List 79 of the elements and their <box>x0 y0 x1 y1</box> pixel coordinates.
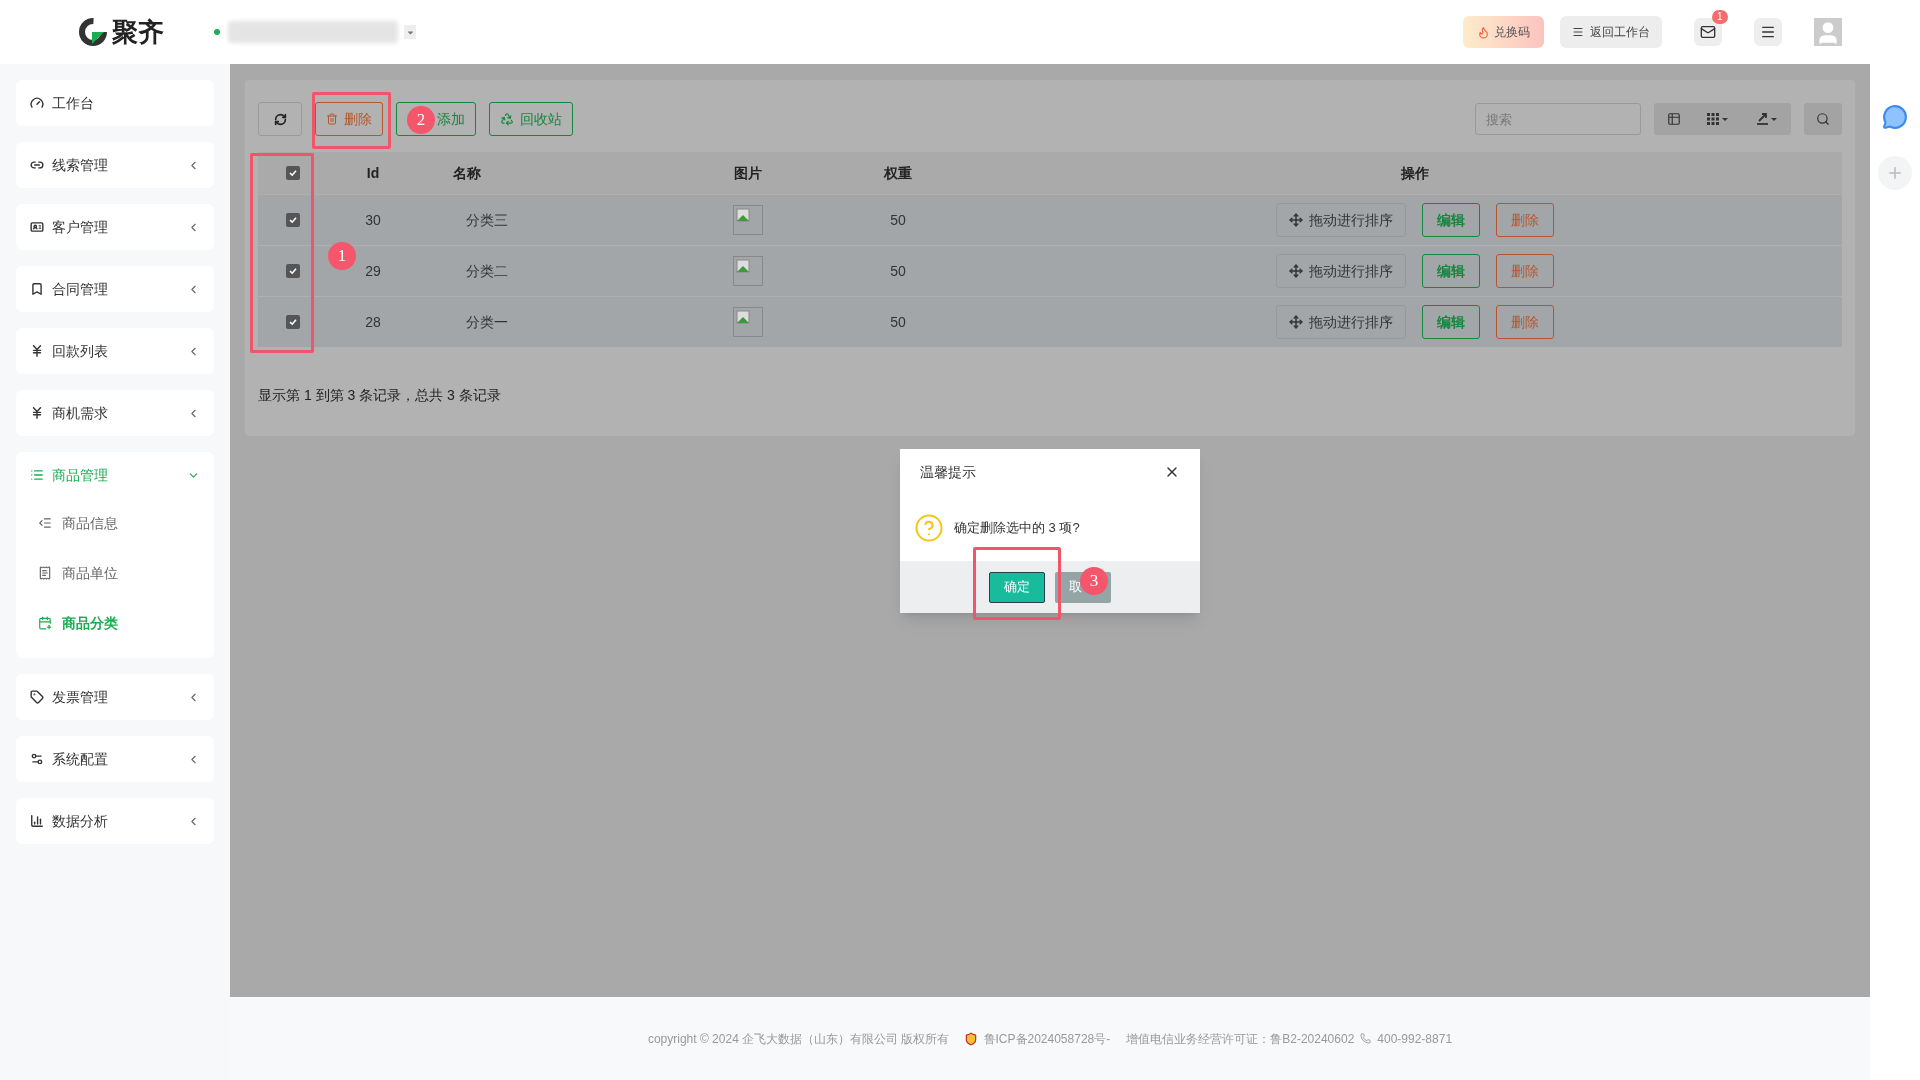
columns-icon[interactable] <box>1707 112 1730 126</box>
column-header: 权重 <box>884 163 912 183</box>
column-header: 名称 <box>453 164 481 181</box>
sort-button[interactable]: 拖动进行排序 <box>1276 305 1406 339</box>
check-icon <box>288 317 298 327</box>
checkbox[interactable] <box>286 315 300 329</box>
pagination-text: 显示第 1 到第 3 条记录，总共 3 条记录 <box>258 386 502 405</box>
menu-item[interactable]: 线索管理 <box>16 142 214 188</box>
check-icon <box>288 215 298 225</box>
menu-item[interactable]: 发票管理 <box>16 674 214 720</box>
table-cell: 分类二 <box>466 262 508 279</box>
phone-text: 400-992-8871 <box>1377 1030 1453 1048</box>
question-icon <box>914 513 944 543</box>
table-cell-text: 28 <box>365 312 381 332</box>
menu-button[interactable] <box>1754 18 1782 46</box>
menu-item[interactable]: 系统配置 <box>16 736 214 782</box>
dropdown-button[interactable] <box>404 25 416 39</box>
image-icon <box>736 208 752 224</box>
flame-icon <box>1477 25 1490 39</box>
menu-item[interactable]: 合同管理 <box>16 266 214 312</box>
column-header: Id <box>366 163 380 183</box>
submenu-icon <box>38 516 52 530</box>
move-icon <box>1289 213 1303 227</box>
export-icon[interactable] <box>1755 112 1778 126</box>
checkbox[interactable] <box>286 264 300 278</box>
trash-icon <box>326 113 338 125</box>
menu-item[interactable]: 数据分析 <box>16 798 214 844</box>
table-view-icon[interactable] <box>1667 112 1682 126</box>
search-button[interactable] <box>1804 103 1842 135</box>
sort-button[interactable]: 拖动进行排序 <box>1276 203 1406 237</box>
menu-item[interactable]: 商品管理 <box>16 452 214 498</box>
recycle-icon <box>500 112 514 126</box>
workbench-button[interactable]: 返回工作台 <box>1560 16 1662 48</box>
dialog-title: 温馨提示 <box>920 462 976 482</box>
submenu-item[interactable]: 商品信息 <box>16 498 214 548</box>
table-cell: 分类三 <box>466 211 508 228</box>
notification-badge: 1 <box>1712 10 1728 24</box>
icp-link[interactable]: 鲁ICP备2024058728号- <box>983 1029 1111 1048</box>
license-text: 增值电信业务经营许可证：鲁B2-20240602 <box>1126 1030 1355 1048</box>
copyright-text: copyright © 2024 企飞大数据（山东）有限公司 版权所有 <box>647 1030 950 1048</box>
dialog-message: 确定删除选中的 3 项? <box>954 519 1080 538</box>
logo-icon <box>78 17 108 47</box>
checkbox[interactable] <box>286 213 300 227</box>
column-header: 操作 <box>1401 163 1429 183</box>
menu-item[interactable]: 工作台 <box>16 80 214 126</box>
table-cell-text: 50 <box>890 210 906 230</box>
logo-text: 聚齐 <box>112 15 164 49</box>
check-icon <box>288 266 298 276</box>
plus-icon <box>1886 164 1904 182</box>
submenu-item[interactable]: 商品单位 <box>16 548 214 598</box>
mail-button[interactable] <box>1694 18 1722 46</box>
table-cell-text: 30 <box>365 210 381 230</box>
search-field[interactable]: 搜索 <box>1475 103 1641 135</box>
check-icon <box>288 168 298 178</box>
sort-button[interactable]: 拖动进行排序 <box>1276 254 1406 288</box>
chat-icon[interactable] <box>1882 104 1908 130</box>
table-cell: 分类一 <box>466 313 508 330</box>
submenu-icon <box>38 616 52 630</box>
column-header: 图片 <box>734 163 762 183</box>
mail-icon <box>1700 24 1716 40</box>
move-icon <box>1289 315 1303 329</box>
emblem-icon <box>963 1031 978 1046</box>
phone-icon <box>1360 1033 1372 1044</box>
menu-item[interactable]: 商机需求 <box>16 390 214 436</box>
table-cell-text: 29 <box>365 261 381 281</box>
table-cell-text: 50 <box>890 312 906 332</box>
search-icon <box>1816 112 1830 126</box>
refresh-icon <box>273 112 287 126</box>
table-cell-text: 50 <box>890 261 906 281</box>
menu-item[interactable]: 回款列表 <box>16 328 214 374</box>
checkbox[interactable] <box>286 166 300 180</box>
refresh-button[interactable] <box>258 102 302 136</box>
image-icon <box>736 310 752 326</box>
redeem-button[interactable]: 兑换码 <box>1463 16 1544 48</box>
submenu-item[interactable]: 商品分类 <box>16 598 214 648</box>
move-icon <box>1289 264 1303 278</box>
image-icon <box>736 259 752 275</box>
menu-item[interactable]: 客户管理 <box>16 204 214 250</box>
submenu-icon <box>38 566 52 580</box>
